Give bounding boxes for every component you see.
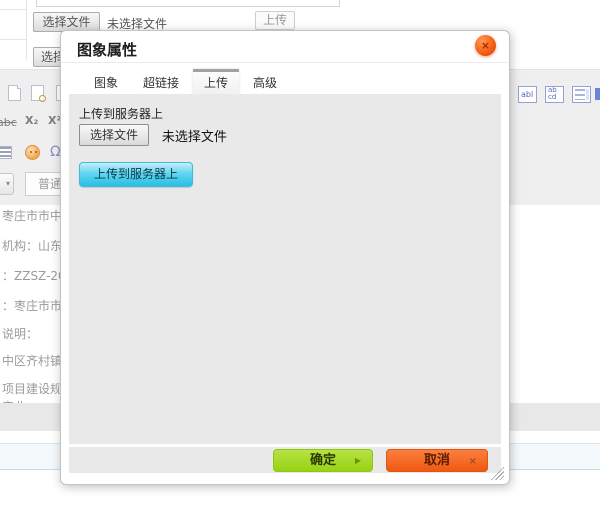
no-file-selected-text: 未选择文件 <box>162 130 227 145</box>
top-input-remnant <box>36 0 340 7</box>
doc-text-line: 枣庄市市中 <box>2 207 62 224</box>
ok-button-label: 确定 <box>310 453 336 468</box>
image-properties-dialog: 图象属性 × 图象 超链接 上传 高级 上传到服务器上 选择文件 未选择文件 上… <box>60 30 510 485</box>
choose-file-button-top[interactable]: 选择文件 <box>33 12 100 32</box>
subscript-icon[interactable]: X₂ <box>25 114 38 127</box>
tab-hyperlink[interactable]: 超链接 <box>132 69 190 94</box>
table-row-border <box>0 9 27 10</box>
smiley-eyes <box>30 151 32 153</box>
magnifier-icon <box>39 95 46 102</box>
upload-panel: 上传到服务器上 选择文件 未选择文件 上传到服务器上 <box>69 94 501 444</box>
new-page-icon[interactable] <box>8 85 21 101</box>
tab-image[interactable]: 图象 <box>83 69 129 94</box>
listbox-lines <box>575 89 585 100</box>
textfield-icon[interactable]: abl <box>518 86 537 103</box>
preview-icon[interactable] <box>31 85 44 101</box>
close-icon[interactable]: × <box>475 35 496 56</box>
upload-button-top[interactable]: 上传 <box>255 11 295 30</box>
textarea-icon[interactable]: ab cd <box>545 86 564 103</box>
choose-file-button[interactable]: 选择文件 <box>79 124 149 146</box>
dialog-tabbar: 图象 超链接 上传 高级 <box>83 69 291 94</box>
cancel-x-icon: × <box>469 451 477 473</box>
emoticon-icon[interactable] <box>25 145 40 160</box>
textarea-icon-line: cd <box>546 94 563 101</box>
clipped-toolbar-icon <box>595 88 600 100</box>
listbox-scrollbar <box>586 89 589 100</box>
dialog-footer: 确定 ▶ 取消 × <box>69 447 501 473</box>
toolbar-dropdown-partial[interactable]: ▾ <box>0 173 14 195</box>
doc-text-line: ：枣庄市市 <box>2 297 62 314</box>
dialog-title: 图象属性 <box>77 39 137 60</box>
page-corner-fold <box>17 85 21 89</box>
ok-arrow-icon: ▶ <box>355 450 361 472</box>
ok-button[interactable]: 确定 ▶ <box>273 449 373 472</box>
strikethrough-icon[interactable]: abc <box>0 116 17 129</box>
cancel-button-label: 取消 <box>424 453 450 468</box>
textfield-icon-label: abl <box>519 87 536 102</box>
doc-text-line: 说明： <box>2 325 38 342</box>
tab-advanced[interactable]: 高级 <box>242 69 288 94</box>
listbox-icon[interactable] <box>572 86 591 103</box>
doc-text-line: 项目建设规 <box>2 380 62 397</box>
upload-section-label: 上传到服务器上 <box>79 105 163 122</box>
paragraph-list-icon[interactable] <box>0 146 12 159</box>
header-separator <box>62 62 508 63</box>
cancel-button[interactable]: 取消 × <box>386 449 488 472</box>
upload-to-server-button[interactable]: 上传到服务器上 <box>79 162 193 187</box>
table-row-border <box>0 39 27 40</box>
doc-text-line: 机构：山东 <box>2 237 62 254</box>
tab-upload[interactable]: 上传 <box>193 69 239 94</box>
doc-text-line: 中区齐村镇 <box>2 352 62 369</box>
file-input-row: 选择文件 未选择文件 <box>79 124 227 148</box>
